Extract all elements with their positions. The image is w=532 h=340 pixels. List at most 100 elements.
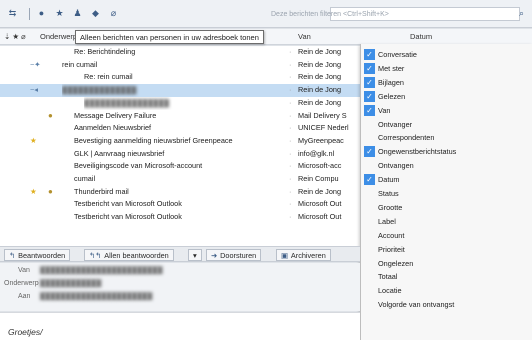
message-subject: Testbericht van Microsoft Outlook: [74, 212, 182, 222]
message-from: Rein de Jong: [298, 97, 342, 107]
reply-icon[interactable]: ⇆: [6, 7, 19, 20]
message-subject: Testbericht van Microsoft Outlook: [74, 199, 182, 209]
forward-button[interactable]: ➜ Doorsturen: [206, 249, 262, 261]
menu-item-correspondenten[interactable]: Correspondenten: [361, 131, 532, 145]
message-headers: Van ▓▓▓▓▓▓▓▓▓▓▓▓▓▓▓▓▓▓▓▓▓▓▓▓ Onderwerp ▓…: [0, 263, 360, 311]
table-row[interactable]: ▓▓▓▓▓▓▓▓▓▓▓▓▓▓▓▓ · Rein de Jong: [0, 97, 360, 110]
menu-item-datum[interactable]: ✓ Datum: [361, 173, 532, 187]
forward-icon: ➜: [211, 251, 218, 260]
header-from-value-redacted: ▓▓▓▓▓▓▓▓▓▓▓▓▓▓▓▓▓▓▓▓▓▓▓▓: [40, 267, 163, 274]
dot-icon: ·: [289, 161, 292, 171]
check-icon: ✓: [364, 76, 375, 88]
table-row[interactable]: Testbericht van Microsoft Outlook · Micr…: [0, 211, 360, 221]
menu-item-ontvanger[interactable]: Ontvanger: [361, 118, 532, 132]
table-row[interactable]: ★ ● Thunderbird mail · Rein de Jong: [0, 186, 360, 199]
menu-item-account[interactable]: Account: [361, 229, 532, 243]
reply-dropdown-button[interactable]: ▾: [188, 249, 202, 261]
dot-icon: ·: [289, 110, 292, 120]
menu-item-status[interactable]: Status: [361, 187, 532, 201]
message-subject: Re: Berichtindeling: [74, 47, 136, 56]
check-icon: ✓: [364, 62, 375, 74]
separator: [29, 7, 30, 20]
star-icon[interactable]: ★: [30, 186, 37, 199]
reply-icon: ↰: [9, 251, 16, 260]
check-icon: ✓: [364, 146, 375, 158]
message-subject-redacted: ▓▓▓▓▓▓▓▓▓▓▓▓▓▓▓▓: [84, 97, 170, 107]
message-from: UNICEF Nederl: [298, 123, 349, 133]
check-icon: ✓: [364, 104, 375, 116]
dot-icon: ·: [289, 59, 292, 69]
dot-icon: ·: [289, 123, 292, 133]
reply-button[interactable]: ↰ Beantwoorden: [4, 249, 71, 261]
menu-item-ongewenstberichtstatus[interactable]: ✓ Ongewenstberichtstatus: [361, 145, 532, 159]
table-row-selected[interactable]: −◂ ▓▓▓▓▓▓▓▓▓▓▓▓▓▓ · Rein de Jong: [0, 84, 360, 97]
table-row[interactable]: Re: rein cumail · Rein de Jong: [0, 71, 360, 84]
menu-item-totaal[interactable]: Totaal: [361, 270, 532, 284]
column-date[interactable]: Datum: [410, 32, 432, 41]
message-from: Rein de Jong: [298, 85, 342, 95]
table-row[interactable]: Aanmelden Nieuwsbrief · UNICEF Nederl: [0, 122, 360, 135]
thread-toggle-icon[interactable]: −◂: [30, 84, 38, 97]
thread-toggle-icon[interactable]: −✦: [30, 59, 40, 72]
message-from: MyGreenpeac: [298, 135, 344, 145]
menu-item-prioriteit[interactable]: Prioriteit: [361, 243, 532, 257]
dot-icon: ·: [289, 85, 292, 95]
unread-icon[interactable]: ●: [35, 7, 48, 20]
message-subject: cumail: [74, 174, 96, 183]
column-subject[interactable]: Onderwerp: [40, 32, 77, 41]
message-subject: Aanmelden Nieuwsbrief: [74, 123, 152, 133]
header-from: Van ▓▓▓▓▓▓▓▓▓▓▓▓▓▓▓▓▓▓▓▓▓▓▓▓: [0, 265, 360, 277]
star-icon[interactable]: ★: [53, 7, 66, 20]
tooltip: Alleen berichten van personen in uw adre…: [75, 30, 264, 44]
contact-icon[interactable]: ♟: [71, 7, 84, 20]
menu-item-locatie[interactable]: Locatie: [361, 284, 532, 298]
message-subject-redacted: ▓▓▓▓▓▓▓▓▓▓▓▓▓▓: [62, 85, 137, 95]
table-row[interactable]: GLK | Aanvraag nieuwsbrief · info@glk.nl: [0, 148, 360, 161]
menu-item-met-ster[interactable]: ✓ Met ster: [361, 62, 532, 76]
search-icon: ⌕: [518, 8, 524, 18]
message-from: Microsoft-acc: [298, 161, 342, 171]
message-subject: Message Delivery Failure: [74, 110, 157, 120]
message-from: Microsoft Out: [298, 199, 342, 209]
menu-item-bijlagen[interactable]: ✓ Bijlagen: [361, 76, 532, 90]
dot-icon: ·: [289, 97, 292, 107]
table-row[interactable]: ● Message Delivery Failure · Mail Delive…: [0, 110, 360, 123]
column-from[interactable]: Van: [298, 32, 311, 41]
menu-item-van[interactable]: ✓ Van: [361, 104, 532, 118]
message-subject: GLK | Aanvraag nieuwsbrief: [74, 148, 165, 158]
filter-search-placeholder: Deze berichten filteren <Ctrl+Shift+K>: [271, 11, 389, 18]
star-icon[interactable]: ★: [30, 135, 37, 148]
table-row[interactable]: ★ Bevestiging aanmelding nieuwsbrief Gre…: [0, 135, 360, 148]
thread-column-icon[interactable]: ⇣ ★ ⌀: [4, 32, 26, 41]
message-from: Rein de Jong: [298, 186, 342, 196]
menu-item-volgorde-van-ontvangst[interactable]: Volgorde van ontvangst: [361, 298, 532, 312]
dot-icon: ·: [289, 174, 292, 183]
menu-item-ontvangen[interactable]: Ontvangen: [361, 159, 532, 173]
message-from: Rein de Jong: [298, 47, 342, 56]
menu-item-conversatie[interactable]: ✓ Conversatie: [361, 48, 532, 62]
dot-icon: ·: [289, 199, 292, 209]
table-row[interactable]: cumail · Rein Compu: [0, 173, 360, 186]
message-subject: Beveiligingscode van Microsoft-account: [74, 161, 203, 171]
attachment-icon[interactable]: ⌀: [107, 7, 120, 20]
table-row[interactable]: Re: Berichtindeling · Rein de Jong: [0, 46, 360, 59]
table-row[interactable]: Testbericht van Microsoft Outlook · Micr…: [0, 198, 360, 211]
message-subject: rein cumail: [62, 59, 98, 69]
reply-all-icon: ↰↰: [89, 251, 102, 260]
archive-button[interactable]: ▣ Archiveren: [276, 249, 331, 261]
header-to-value-redacted: ▓▓▓▓▓▓▓▓▓▓▓▓▓▓▓▓▓▓▓▓▓▓: [40, 293, 153, 300]
menu-item-grootte[interactable]: Grootte: [361, 201, 532, 215]
menu-item-ongelezen[interactable]: Ongelezen: [361, 257, 532, 271]
menu-item-gelezen[interactable]: ✓ Gelezen: [361, 90, 532, 104]
filter-search-input[interactable]: Deze berichten filteren <Ctrl+Shift+K>: [271, 7, 520, 21]
table-row[interactable]: −✦ rein cumail · Rein de Jong: [0, 59, 360, 72]
junk-icon: ●: [48, 110, 53, 120]
reply-all-button[interactable]: ↰↰ Allen beantwoorden: [84, 249, 174, 261]
tag-icon[interactable]: ◆: [89, 7, 102, 20]
archive-icon: ▣: [281, 251, 288, 260]
message-from: Rein de Jong: [298, 72, 342, 82]
menu-item-label[interactable]: Label: [361, 215, 532, 229]
table-row[interactable]: Beveiligingscode van Microsoft-account ·…: [0, 160, 360, 173]
message-greeting: Groetjes/: [8, 327, 43, 337]
dot-icon: ·: [289, 72, 292, 82]
